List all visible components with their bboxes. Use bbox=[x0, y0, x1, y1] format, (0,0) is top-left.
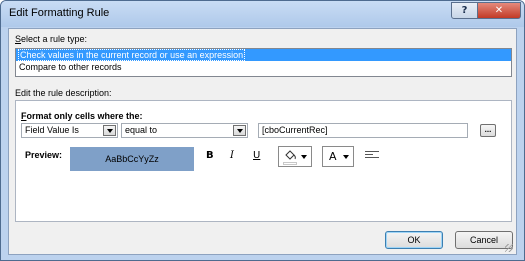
operator-value: equal to bbox=[125, 125, 158, 135]
title-bar[interactable]: Edit Formatting Rule ? ✕ bbox=[1, 1, 524, 27]
condition-value-input[interactable]: [cboCurrentRec] bbox=[258, 123, 468, 138]
format-condition-label: Format only cells where the: bbox=[21, 111, 143, 121]
bold-button[interactable]: B bbox=[206, 150, 214, 161]
conditional-format-icon[interactable] bbox=[365, 151, 379, 161]
condition-value-text: [cboCurrentRec] bbox=[262, 125, 328, 135]
rule-type-list[interactable]: Check values in the current record or us… bbox=[15, 48, 512, 77]
button-bar: OK Cancel bbox=[9, 227, 516, 254]
fill-color-swatch bbox=[283, 162, 297, 165]
help-button[interactable]: ? bbox=[451, 2, 478, 19]
rule-description-panel: Format only cells where the: Field Value… bbox=[15, 100, 512, 222]
condition-type-value: Field Value Is bbox=[25, 125, 79, 135]
preview-label: Preview: bbox=[25, 150, 63, 160]
font-color-icon: A bbox=[329, 150, 337, 163]
rule-description-label: Edit the rule description: bbox=[15, 88, 112, 98]
help-icon: ? bbox=[461, 5, 468, 16]
edit-formatting-rule-dialog: Edit Formatting Rule ? ✕ Select a rule t… bbox=[0, 0, 525, 261]
ok-button[interactable]: OK bbox=[385, 231, 443, 249]
dialog-body: Select a rule type: Check values in the … bbox=[8, 28, 517, 255]
italic-button[interactable]: I bbox=[230, 150, 234, 161]
chevron-down-icon[interactable] bbox=[301, 155, 307, 159]
expression-builder-button[interactable]: ... bbox=[480, 124, 496, 137]
rule-type-option-expression[interactable]: Check values in the current record or us… bbox=[16, 49, 511, 61]
condition-type-dropdown[interactable]: Field Value Is bbox=[21, 123, 118, 138]
chevron-down-icon[interactable] bbox=[343, 155, 349, 159]
chevron-down-icon[interactable] bbox=[103, 125, 116, 136]
close-icon: ✕ bbox=[494, 5, 504, 16]
chevron-down-icon[interactable] bbox=[233, 125, 246, 136]
rule-type-label: Select a rule type: bbox=[15, 34, 88, 44]
operator-dropdown[interactable]: equal to bbox=[121, 123, 248, 138]
preview-sample: AaBbCcYyZz bbox=[70, 147, 194, 171]
fill-color-button[interactable] bbox=[278, 146, 312, 167]
resize-grip-icon[interactable] bbox=[505, 244, 513, 252]
rule-type-option-compare[interactable]: Compare to other records bbox=[16, 61, 511, 73]
close-button[interactable]: ✕ bbox=[478, 2, 521, 19]
underline-button[interactable]: U bbox=[253, 150, 260, 161]
font-color-button[interactable]: A bbox=[322, 146, 354, 167]
window-title: Edit Formatting Rule bbox=[9, 7, 110, 19]
